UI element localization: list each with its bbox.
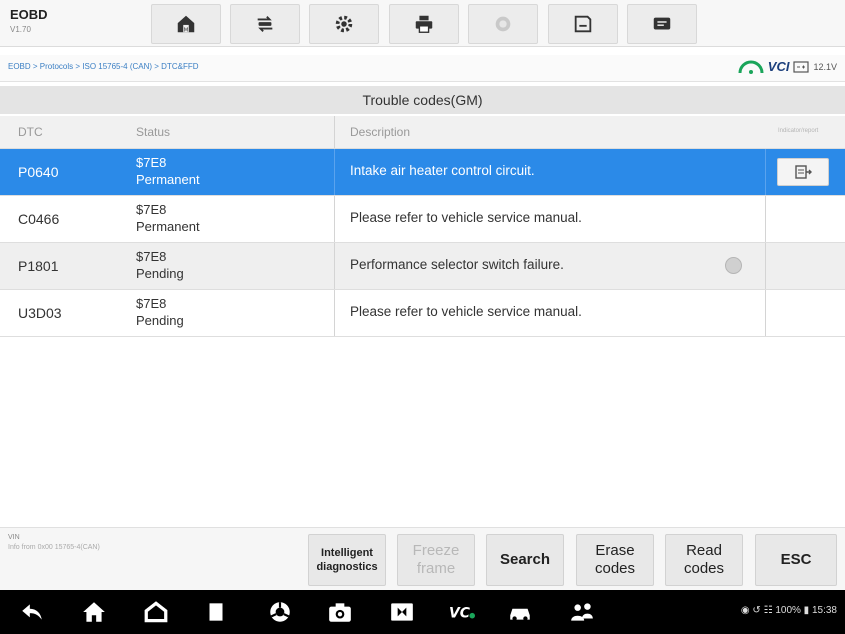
dtc-status: $7E8 Pending — [136, 295, 184, 329]
help-icon — [495, 16, 511, 32]
app-window: EOBD V1.70 M EOBD > Protocols > ISO 1576… — [0, 0, 845, 634]
back-icon — [22, 604, 42, 620]
dtc-status: $7E8 Permanent — [136, 201, 200, 235]
browser-button[interactable] — [266, 598, 294, 626]
status-type: Permanent — [136, 219, 200, 234]
status-address: $7E8 — [136, 155, 167, 170]
save-icon — [574, 15, 592, 33]
car-icon — [510, 608, 530, 621]
table-header: DTC Status Description Indicator/report — [0, 116, 845, 149]
home-nav-button[interactable] — [80, 598, 108, 626]
voltage-value: 12.1V — [813, 61, 837, 72]
status-type: Permanent — [136, 172, 200, 187]
status-type: Pending — [136, 313, 184, 328]
svg-text:VC: VC — [449, 606, 471, 622]
status-address: $7E8 — [136, 249, 167, 264]
back-button[interactable] — [18, 598, 46, 626]
camera-icon — [329, 603, 351, 622]
screen-record-icon — [391, 603, 413, 621]
search-button[interactable]: Search — [486, 534, 564, 586]
settings-button[interactable] — [309, 4, 379, 44]
dtc-code: C0466 — [18, 211, 60, 227]
breadcrumb-bar: EOBD > Protocols > ISO 15765-4 (CAN) > D… — [0, 55, 845, 82]
status-address: $7E8 — [136, 296, 167, 311]
remote-expert-button[interactable] — [568, 598, 596, 626]
status-type: Pending — [136, 266, 184, 281]
print-icon — [415, 15, 433, 33]
workshop-home-button[interactable] — [142, 598, 170, 626]
info-indicator-icon[interactable] — [725, 257, 742, 274]
remote-expert-icon — [571, 603, 593, 621]
dtc-description: Please refer to vehicle service manual. — [350, 304, 582, 319]
top-toolbar: EOBD V1.70 M — [0, 0, 845, 47]
app-version: V1.70 — [10, 25, 31, 34]
home-button[interactable]: M — [151, 4, 221, 44]
esc-button[interactable]: ESC — [755, 534, 837, 586]
message-button[interactable] — [627, 4, 697, 44]
header-status: Status — [136, 125, 171, 139]
dtc-code: P0640 — [18, 164, 59, 180]
dtc-table: DTC Status Description Indicator/report … — [0, 116, 845, 337]
table-row[interactable]: U3D03 $7E8 Pending Please refer to vehic… — [0, 290, 845, 337]
freeze-frame-icon — [795, 165, 812, 179]
vin-value: Info from 0x00 15765-4(CAN) — [8, 544, 100, 551]
house-outline-icon — [144, 601, 168, 623]
system-navigation-bar: VC ◉ ↺ ☷ 100% ▮ 15:38 — [0, 590, 845, 634]
screen-record-button[interactable] — [388, 598, 416, 626]
vci-button[interactable]: VC — [448, 598, 476, 626]
bottom-action-bar: VIN Info from 0x00 15765-4(CAN) Intellig… — [0, 527, 845, 590]
recent-apps-button[interactable] — [202, 598, 230, 626]
header-dtc: DTC — [18, 125, 43, 139]
screenshot-button[interactable] — [326, 598, 354, 626]
home-nav-icon — [83, 602, 105, 622]
table-row[interactable]: P1801 $7E8 Pending Performance selector … — [0, 243, 845, 290]
home-icon: M — [177, 15, 195, 33]
dtc-code: P1801 — [18, 258, 59, 274]
vehicle-swap-button[interactable] — [230, 4, 300, 44]
vci-icon: VC — [449, 606, 475, 622]
header-description: Description — [350, 125, 411, 139]
dtc-status: $7E8 Permanent — [136, 154, 200, 188]
status-address: $7E8 — [136, 202, 167, 217]
svg-text:M: M — [184, 27, 189, 33]
save-button[interactable] — [548, 4, 618, 44]
browser-icon — [270, 602, 290, 622]
help-button[interactable] — [468, 4, 538, 44]
breadcrumb[interactable]: EOBD > Protocols > ISO 15765-4 (CAN) > D… — [8, 62, 199, 71]
print-button[interactable] — [389, 4, 459, 44]
vehicle-swap-icon — [257, 16, 273, 32]
settings-icon — [335, 15, 353, 33]
battery-icon — [793, 60, 810, 73]
table-row[interactable]: P0640 $7E8 Permanent Intake air heater c… — [0, 149, 845, 196]
dtc-status: $7E8 Pending — [136, 248, 184, 282]
table-row[interactable]: C0466 $7E8 Permanent Please refer to veh… — [0, 196, 845, 243]
dtc-description: Please refer to vehicle service manual. — [350, 210, 582, 225]
read-codes-button[interactable]: Read codes — [665, 534, 743, 586]
message-icon — [653, 17, 671, 30]
vci-label: VCI — [767, 59, 790, 74]
intelligent-diagnostics-button[interactable]: Intelligent diagnostics — [308, 534, 386, 586]
header-extra: Indicator/report — [778, 128, 819, 134]
vci-status: VCI 12.1V — [738, 59, 837, 74]
vehicle-button[interactable] — [506, 598, 534, 626]
dtc-code: U3D03 — [18, 305, 62, 321]
freeze-frame-flag-button[interactable] — [777, 158, 829, 186]
dtc-description: Intake air heater control circuit. — [350, 163, 535, 178]
vin-label: VIN — [8, 534, 20, 541]
erase-codes-button[interactable]: Erase codes — [576, 534, 654, 586]
freeze-frame-button[interactable]: Freeze frame — [397, 534, 475, 586]
section-title: Trouble codes(GM) — [0, 86, 845, 114]
signal-icon — [738, 60, 764, 74]
dtc-description: Performance selector switch failure. — [350, 257, 564, 272]
system-status: ◉ ↺ ☷ 100% ▮ 15:38 — [740, 605, 837, 616]
app-title: EOBD — [10, 7, 48, 22]
recent-apps-icon — [209, 603, 223, 621]
